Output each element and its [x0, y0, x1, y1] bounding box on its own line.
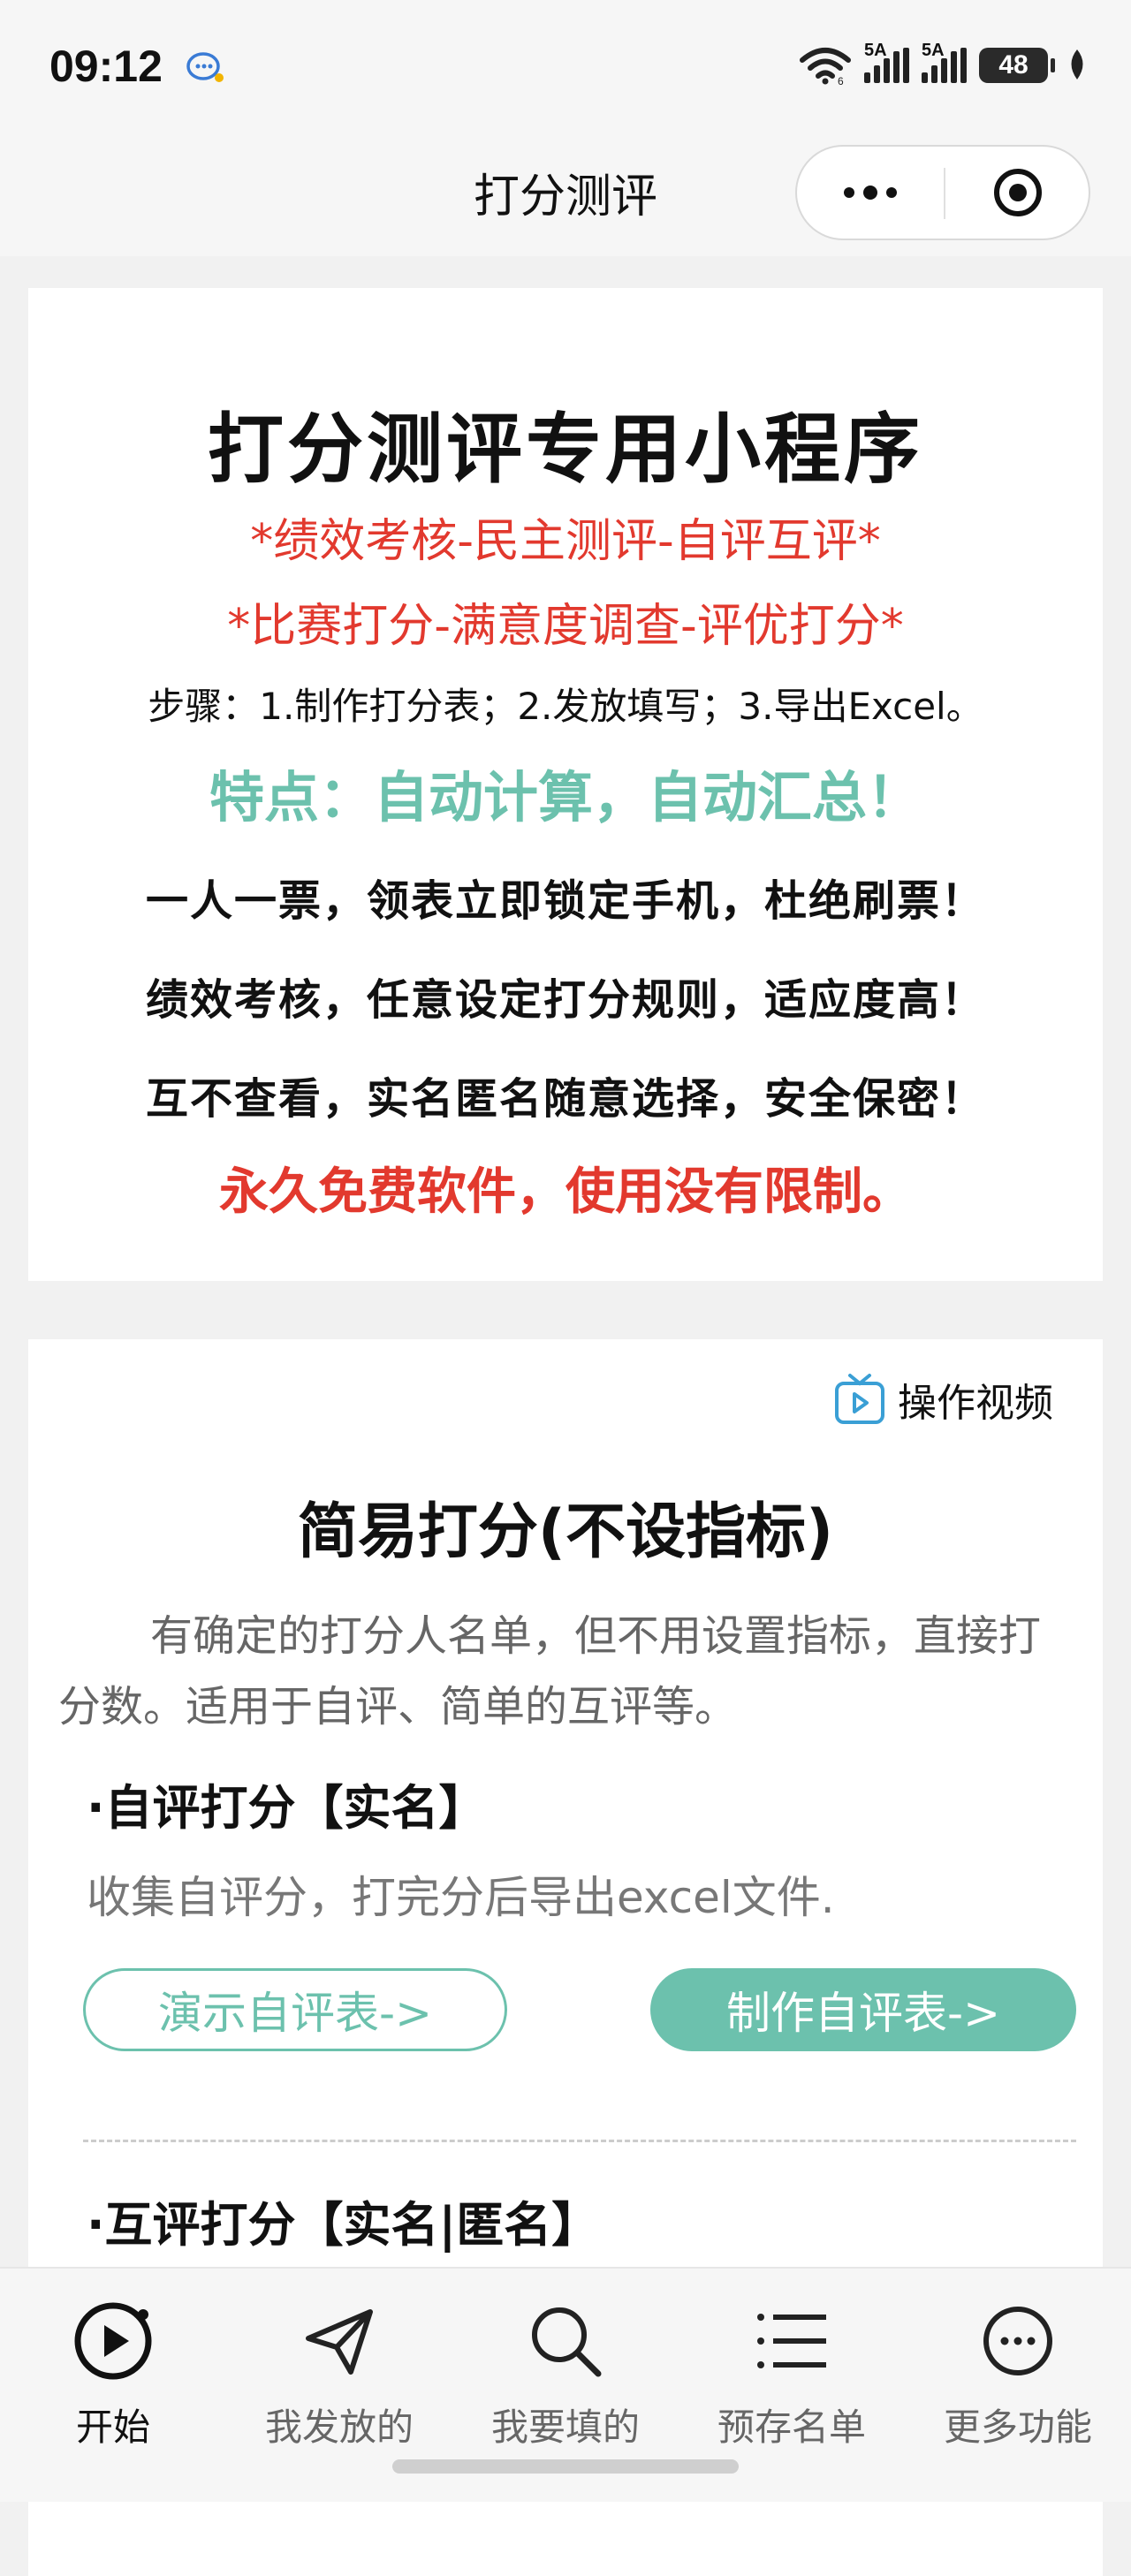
- intro-bullet-1: 一人一票，领表立即锁定手机，杜绝刷票！: [145, 876, 985, 926]
- tab-sent-icon-wrap: [226, 2297, 452, 2385]
- more-dot-right: [886, 187, 897, 198]
- home-indicator[interactable]: [392, 2459, 739, 2474]
- self-scoring-description: 收集自评分，打完分后导出excel文件.: [87, 1872, 835, 1923]
- tab-saved-list-label: 预存名单: [717, 2406, 866, 2449]
- operation-video-link[interactable]: 操作视频: [834, 1371, 1053, 1428]
- self-scoring-heading: ·自评打分【实名】: [87, 1780, 487, 1836]
- intro-feature: 特点：自动计算，自动汇总！: [209, 765, 922, 830]
- intro-red-line-2: *比赛打分-满意度调查-评优打分*: [227, 600, 904, 653]
- tab-start-label: 开始: [75, 2406, 150, 2449]
- more-dots-icon: [844, 187, 854, 198]
- intro-card: 打分测评专用小程序 *绩效考核-民主测评-自评互评* *比赛打分-满意度调查-评…: [28, 288, 1103, 1281]
- tab-more-icon-wrap: [905, 2297, 1131, 2385]
- demo-self-form-button[interactable]: 演示自评表->: [83, 1968, 507, 2051]
- more-dot-center: [863, 186, 877, 200]
- tab-saved-list[interactable]: 预存名单: [679, 2286, 905, 2463]
- tab-my-sent-label: 我发放的: [264, 2406, 414, 2449]
- signal-icon: 5A: [922, 41, 967, 83]
- intro-bullet-2: 绩效考核，任意设定打分规则，适应度高！: [145, 975, 985, 1025]
- intro-red-line-1: *绩效考核-民主测评-自评互评*: [250, 515, 881, 568]
- mini-program-capsule: [795, 145, 1090, 240]
- list-icon: [757, 2314, 826, 2368]
- search-icon: [532, 2307, 602, 2377]
- video-label: 操作视频: [898, 1381, 1053, 1426]
- battery-level: 48: [998, 50, 1029, 80]
- tab-more-features-label: 更多功能: [943, 2406, 1092, 2449]
- tab-start[interactable]: 开始: [0, 2286, 226, 2463]
- peer-scoring-heading: ·互评打分【实名|匿名】: [87, 2197, 600, 2253]
- more-menu-button[interactable]: [797, 147, 944, 239]
- tab-list-icon-wrap: [679, 2297, 905, 2385]
- status-icons: 6 5A 5A 48: [799, 41, 1089, 87]
- simple-card-title: 简易打分(不设指标): [297, 1497, 834, 1567]
- message-app-icon: [186, 52, 224, 82]
- close-mini-program-button[interactable]: [945, 147, 1090, 239]
- make-self-form-button[interactable]: 制作自评表->: [650, 1968, 1076, 2051]
- status-bar: 09:12 6 5A 5A 48: [0, 0, 1131, 133]
- intro-steps: 步骤：1.制作打分表；2.发放填写；3.导出Excel。: [148, 685, 983, 728]
- play-circle-icon: [74, 2302, 152, 2380]
- status-time: 09:12: [49, 42, 163, 91]
- simple-card-description: 有确定的打分人名单，但不用设置指标，直接打分数。适用于自评、简单的互评等。: [58, 1611, 1042, 1731]
- send-icon: [306, 2309, 373, 2375]
- close-target-icon: [994, 169, 1042, 216]
- leaf-icon: [1071, 49, 1083, 80]
- tab-to-fill[interactable]: 我要填的: [452, 2286, 679, 2463]
- section-divider: [83, 2140, 1076, 2142]
- wifi-icon: 6: [800, 48, 851, 85]
- intro-bullet-3: 互不查看，实名匿名随意选择，安全保密！: [145, 1074, 985, 1124]
- tab-start-icon-wrap: [0, 2297, 226, 2385]
- signal-icon: 5A: [864, 41, 909, 83]
- tab-my-sent[interactable]: 我发放的: [226, 2286, 452, 2463]
- more-circle-icon: [983, 2307, 1052, 2375]
- intro-title: 打分测评专用小程序: [208, 405, 923, 494]
- tab-fill-icon-wrap: [452, 2297, 679, 2385]
- battery-icon: 48: [979, 48, 1055, 83]
- tab-more-features[interactable]: 更多功能: [905, 2286, 1131, 2463]
- intro-free-note: 永久免费软件，使用没有限制。: [219, 1163, 912, 1221]
- video-icon: [835, 1374, 884, 1424]
- nav-bar: 打分测评: [0, 133, 1131, 256]
- tab-to-fill-label: 我要填的: [490, 2406, 640, 2449]
- svg-text:6: 6: [838, 75, 844, 85]
